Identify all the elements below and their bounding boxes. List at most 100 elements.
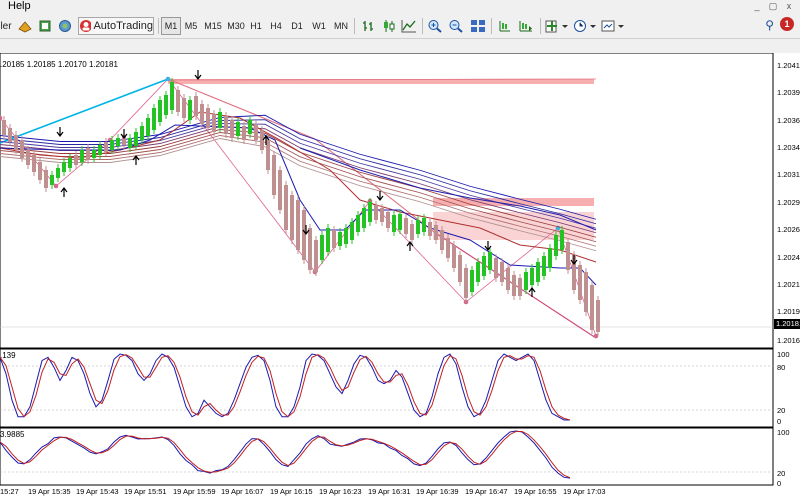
current-price-label: 1.20181 bbox=[774, 319, 800, 329]
candle-body bbox=[38, 162, 42, 180]
candle-body bbox=[188, 100, 192, 120]
candle-body bbox=[512, 275, 516, 296]
tools-icon[interactable] bbox=[16, 17, 34, 35]
market-watch-icon[interactable] bbox=[56, 17, 74, 35]
search-icon[interactable]: ⚲ bbox=[765, 18, 774, 32]
tf-d1[interactable]: D1 bbox=[287, 17, 307, 35]
candle-body bbox=[446, 238, 450, 258]
candle-body bbox=[62, 162, 66, 172]
stoch1-frame bbox=[0, 348, 774, 428]
candle-body bbox=[428, 222, 432, 236]
chart-frames bbox=[0, 53, 774, 486]
tf-m5[interactable]: M5 bbox=[181, 17, 201, 35]
candle-body bbox=[452, 245, 456, 268]
chart-shift-icon[interactable] bbox=[496, 17, 514, 35]
price-label: 1.20165 bbox=[777, 336, 800, 345]
zoom-in-icon[interactable] bbox=[426, 17, 444, 35]
autotrading-button[interactable]: AutoTrading bbox=[78, 17, 154, 35]
tf-w1[interactable]: W1 bbox=[309, 17, 329, 35]
candle-body bbox=[368, 202, 372, 222]
candlestick-chart-icon[interactable] bbox=[380, 17, 398, 35]
main-chart-frame bbox=[0, 53, 774, 349]
tf-m30[interactable]: M30 bbox=[224, 17, 248, 35]
time-label: 19 Apr 15:51 bbox=[124, 487, 167, 496]
chart-canvas[interactable] bbox=[0, 53, 800, 496]
candle-body bbox=[386, 212, 390, 228]
time-label: 19 Apr 16:15 bbox=[270, 487, 313, 496]
candle-body bbox=[254, 124, 258, 140]
stoch1-value: .139 bbox=[0, 351, 16, 360]
price-label: 1.20265 bbox=[777, 225, 800, 234]
alert-badge[interactable]: 1 bbox=[780, 17, 794, 31]
candle-body bbox=[434, 225, 438, 240]
bar-chart-icon[interactable] bbox=[360, 17, 378, 35]
time-label: 19 Apr 15:59 bbox=[173, 487, 216, 496]
time-label: 19 Apr 16:39 bbox=[416, 487, 459, 496]
candle-body bbox=[128, 138, 132, 148]
zoom-out-icon[interactable] bbox=[447, 17, 465, 35]
candle-body bbox=[26, 150, 30, 165]
chart-area[interactable] bbox=[0, 53, 800, 496]
candle-body bbox=[14, 135, 18, 150]
stoch2-level: 0 bbox=[777, 479, 782, 488]
tf-m15[interactable]: M15 bbox=[201, 17, 225, 35]
candle-body bbox=[374, 205, 378, 220]
candle-body bbox=[80, 150, 84, 162]
candle-body bbox=[212, 114, 216, 132]
candle-body bbox=[92, 150, 96, 158]
navigator-icon[interactable] bbox=[36, 17, 54, 35]
candle-body bbox=[590, 285, 594, 330]
candle-body bbox=[332, 230, 336, 248]
price-label: 1.20390 bbox=[777, 88, 800, 97]
candle-body bbox=[230, 120, 234, 138]
candle-body bbox=[278, 170, 282, 210]
candle-body bbox=[458, 255, 462, 282]
candle-body bbox=[302, 210, 306, 260]
separator bbox=[491, 18, 492, 34]
tf-mn[interactable]: MN bbox=[331, 17, 351, 35]
tf-h1[interactable]: H1 bbox=[246, 17, 266, 35]
restore-icon[interactable]: ▢ bbox=[766, 0, 780, 12]
candle-body bbox=[152, 108, 156, 130]
separator bbox=[422, 18, 423, 34]
candle-body bbox=[350, 222, 354, 240]
autotrading-label: AutoTrading bbox=[93, 20, 153, 32]
zigzag-point bbox=[53, 183, 59, 189]
candle-body bbox=[308, 228, 312, 270]
candle-body bbox=[422, 218, 426, 232]
time-label: 19 Apr 17:03 bbox=[563, 487, 606, 496]
candle-body bbox=[236, 122, 240, 136]
candle-body bbox=[176, 90, 180, 112]
candle-body bbox=[272, 155, 276, 195]
close-icon[interactable]: x bbox=[782, 0, 796, 12]
price-label: 1.20340 bbox=[777, 143, 800, 152]
candle-body bbox=[416, 220, 420, 234]
candle-body bbox=[578, 265, 582, 300]
candle-body bbox=[290, 195, 294, 240]
candle-body bbox=[338, 232, 342, 246]
candle-body bbox=[194, 96, 198, 116]
minimize-icon[interactable]: _ bbox=[750, 0, 764, 12]
candle-body bbox=[284, 185, 288, 230]
candle-body bbox=[530, 268, 534, 285]
periods-icon[interactable] bbox=[572, 17, 598, 35]
candle-body bbox=[476, 262, 480, 282]
price-label: 1.20415 bbox=[777, 61, 800, 70]
line-chart-icon[interactable] bbox=[400, 17, 418, 35]
autoscroll-icon[interactable] bbox=[517, 17, 535, 35]
time-label: 15:27 bbox=[0, 487, 19, 496]
time-label: 19 Apr 15:35 bbox=[28, 487, 71, 496]
candle-body bbox=[404, 218, 408, 234]
price-label: 1.20315 bbox=[777, 170, 800, 179]
templates-icon[interactable] bbox=[600, 17, 626, 35]
candle-body bbox=[134, 132, 138, 146]
tf-h4[interactable]: H4 bbox=[266, 17, 286, 35]
tile-windows-icon[interactable] bbox=[469, 17, 487, 35]
candle-body bbox=[104, 142, 108, 152]
menu-help[interactable]: Help bbox=[8, 0, 31, 12]
candle-body bbox=[566, 242, 570, 270]
candle-body bbox=[242, 126, 246, 140]
candle-body bbox=[86, 148, 90, 160]
tf-m1[interactable]: M1 bbox=[161, 17, 181, 35]
indicators-icon[interactable] bbox=[544, 17, 570, 35]
